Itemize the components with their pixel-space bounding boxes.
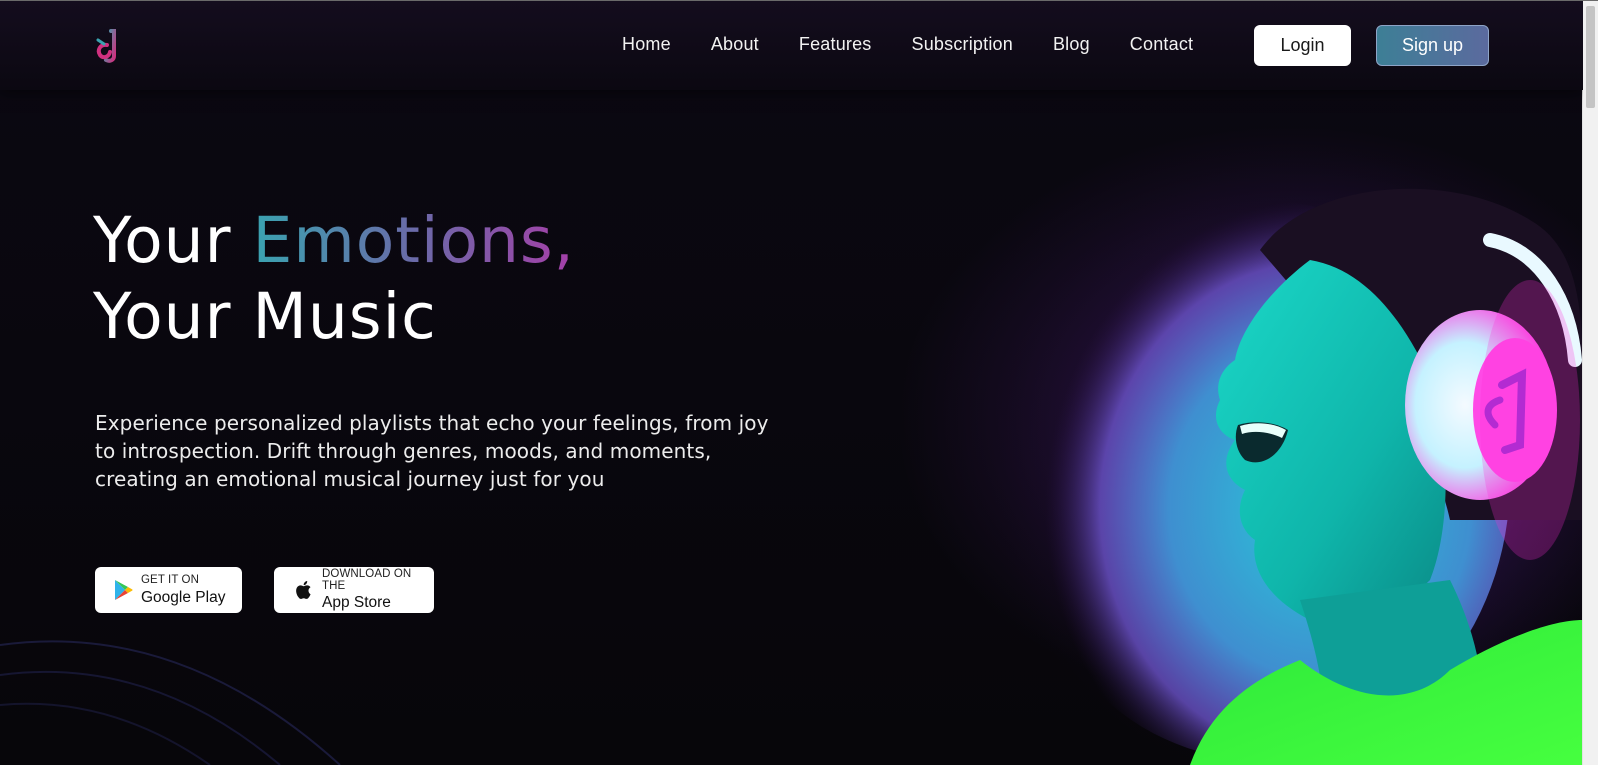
nav-link-subscription[interactable]: Subscription	[912, 34, 1013, 55]
nav-link-features[interactable]: Features	[799, 34, 872, 55]
hero-image-woman-with-headphones	[960, 150, 1583, 765]
app-store-button[interactable]: DOWNLOAD ON THE App Store	[274, 567, 434, 613]
google-play-label: Google Play	[141, 588, 226, 606]
scrollbar-thumb[interactable]	[1586, 6, 1595, 108]
hero-title-highlight: Emotions,	[252, 204, 575, 277]
google-play-small-label: GET IT ON	[141, 574, 199, 586]
hero-description: Experience personalized playlists that e…	[95, 411, 769, 491]
window-top-border	[0, 0, 1598, 1]
login-button[interactable]: Login	[1254, 25, 1351, 66]
nav-link-contact[interactable]: Contact	[1130, 34, 1193, 55]
nav-links: Home About Features Subscription Blog Co…	[622, 34, 1233, 55]
google-play-text: GET IT ON Google Play	[141, 574, 226, 606]
hero-title-prefix: Your	[93, 204, 253, 277]
apple-icon	[296, 581, 311, 599]
landing-page: Home About Features Subscription Blog Co…	[0, 0, 1583, 765]
page-scrollbar[interactable]	[1582, 0, 1598, 765]
nav-link-about[interactable]: About	[711, 34, 759, 55]
hero-title-line2: Your Music	[93, 280, 437, 353]
signup-button[interactable]: Sign up	[1376, 25, 1489, 66]
logo-icon[interactable]	[94, 28, 120, 64]
google-play-icon	[115, 580, 133, 600]
decorative-arcs	[0, 640, 341, 765]
hero-title: Your Emotions, Your Music	[93, 203, 575, 355]
nav-link-blog[interactable]: Blog	[1053, 34, 1090, 55]
nav-link-home[interactable]: Home	[622, 34, 671, 55]
app-store-text: DOWNLOAD ON THE App Store	[322, 569, 434, 611]
google-play-button[interactable]: GET IT ON Google Play	[95, 567, 242, 613]
top-navbar: Home About Features Subscription Blog Co…	[0, 0, 1583, 90]
app-store-small-label: DOWNLOAD ON THE	[322, 568, 412, 592]
app-store-label: App Store	[322, 594, 391, 612]
